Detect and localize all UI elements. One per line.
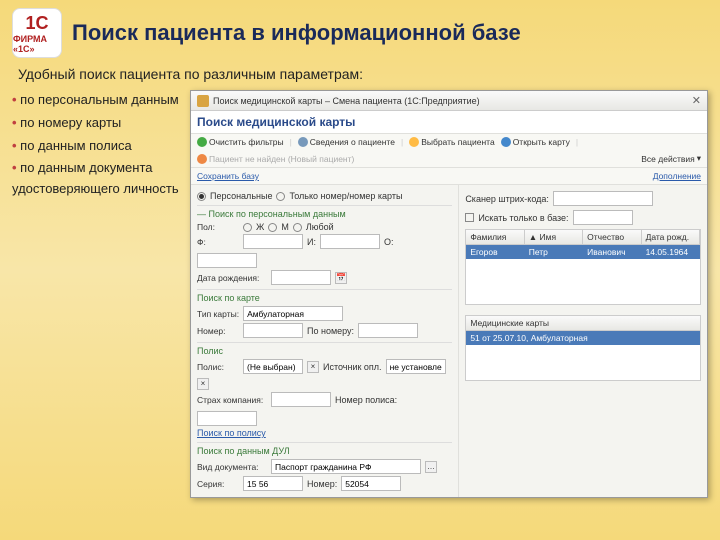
page-heading: Поиск медицинской карты xyxy=(191,111,707,134)
cards-header: Медицинские карты xyxy=(465,315,701,331)
logo-1c: 1С ФИРМА «1С» xyxy=(12,8,62,58)
more-link[interactable]: Дополнение xyxy=(653,171,701,181)
pay-source-input[interactable] xyxy=(386,359,446,374)
clear-pay-icon[interactable]: × xyxy=(197,378,209,390)
results-header: Фамилия ▲ Имя Отчество Дата рожд. xyxy=(465,229,701,245)
bullet-list: по персональным данным по номеру карты п… xyxy=(12,90,182,498)
calendar-icon[interactable]: 📅 xyxy=(335,272,347,284)
tab-card-label: Только номер/номер карты xyxy=(289,191,402,201)
policy-input[interactable] xyxy=(243,359,303,374)
middlename-label: О: xyxy=(384,237,394,247)
by-number-input[interactable] xyxy=(358,323,418,338)
insurance-label: Страх компания: xyxy=(197,395,267,405)
col-firstname[interactable]: ▲ Имя xyxy=(525,230,583,244)
insurance-input[interactable] xyxy=(271,392,331,407)
select-patient-button[interactable]: Выбрать пациента xyxy=(409,137,495,147)
toolbar: Очистить фильтры | Сведения о пациенте |… xyxy=(191,134,707,168)
doc-kind-label: Вид документа: xyxy=(197,462,267,472)
bullet-item: по персональным данным xyxy=(12,90,182,111)
tab-personal-radio[interactable] xyxy=(197,192,206,201)
save-db-link[interactable]: Сохранить базу xyxy=(197,171,259,181)
refresh-button[interactable]: Сведения о пациенте xyxy=(298,137,395,147)
card-type-input[interactable] xyxy=(243,306,343,321)
doc-series-input[interactable] xyxy=(243,476,303,491)
not-found-button[interactable]: Пациент не найден (Новый пациент) xyxy=(197,154,354,164)
bullet-item: по данным полиса xyxy=(12,136,182,157)
doc-num-input[interactable] xyxy=(341,476,401,491)
policy-label: Полис: xyxy=(197,362,239,372)
only-db-input[interactable] xyxy=(573,210,633,225)
bullet-item: по номеру карты xyxy=(12,113,182,134)
clear-icon xyxy=(197,137,207,147)
dob-input[interactable] xyxy=(271,270,331,285)
clear-policy-icon[interactable]: × xyxy=(307,361,319,373)
pay-source-label: Источник опл. xyxy=(323,362,382,372)
doc-series-label: Серия: xyxy=(197,479,239,489)
card-icon xyxy=(501,137,511,147)
open-card-button[interactable]: Открыть карту xyxy=(501,137,570,147)
scan-label: Сканер штрих-кода: xyxy=(465,194,549,204)
all-actions-button[interactable]: Все действия ▾ xyxy=(641,153,701,164)
only-db-checkbox[interactable] xyxy=(465,213,474,222)
app-icon xyxy=(197,95,209,107)
doc-num-label: Номер: xyxy=(307,479,337,489)
card-num-label: Номер: xyxy=(197,326,239,336)
section-personal: — Поиск по персональным данным xyxy=(197,205,452,219)
section-dul-title: Поиск по данным ДУЛ xyxy=(197,442,452,456)
lastname-label: Ф: xyxy=(197,237,239,247)
slide-subtitle: Удобный поиск пациента по различным пара… xyxy=(18,66,708,82)
card-num-input[interactable] xyxy=(243,323,303,338)
only-db-label: Искать только в базе: xyxy=(478,213,568,223)
app-window: Поиск медицинской карты – Смена пациента… xyxy=(190,90,708,498)
new-patient-icon xyxy=(197,154,207,164)
bullet-item: по данным документа удостоверяющего личн… xyxy=(12,158,182,200)
results-row[interactable]: Егоров Петр Иванович 14.05.1964 xyxy=(466,245,700,259)
doc-kind-input[interactable] xyxy=(271,459,421,474)
tab-card-radio[interactable] xyxy=(276,192,285,201)
col-dob[interactable]: Дата рожд. xyxy=(642,230,700,244)
sex-f-radio[interactable] xyxy=(243,223,252,232)
cards-list[interactable]: 51 от 25.07.10, Амбулаторная xyxy=(465,331,701,381)
policy-num-label: Номер полиса: xyxy=(335,395,397,405)
tab-personal-label: Персональные xyxy=(210,191,272,201)
card-type-label: Тип карты: xyxy=(197,309,239,319)
by-number-label: По номеру: xyxy=(307,326,354,336)
close-icon[interactable]: ✕ xyxy=(692,94,701,107)
slide-title: Поиск пациента в информационной базе xyxy=(72,20,521,46)
scan-input[interactable] xyxy=(553,191,653,206)
firstname-label: И: xyxy=(307,237,316,247)
card-row[interactable]: 51 от 25.07.10, Амбулаторная xyxy=(466,331,700,345)
dob-label: Дата рождения: xyxy=(197,273,267,283)
clear-filters-button[interactable]: Очистить фильтры xyxy=(197,137,284,147)
section-card-title: Поиск по карте xyxy=(197,289,452,303)
col-lastname[interactable]: Фамилия xyxy=(466,230,524,244)
sex-label: Пол: xyxy=(197,222,239,232)
patient-icon xyxy=(409,137,419,147)
section-policy-title: Полис xyxy=(197,342,452,356)
titlebar: Поиск медицинской карты – Смена пациента… xyxy=(191,91,707,111)
lastname-input[interactable] xyxy=(243,234,303,249)
col-middlename[interactable]: Отчество xyxy=(583,230,641,244)
firstname-input[interactable] xyxy=(320,234,380,249)
middlename-input[interactable] xyxy=(197,253,257,268)
sex-any-radio[interactable] xyxy=(293,223,302,232)
results-table[interactable]: Егоров Петр Иванович 14.05.1964 xyxy=(465,245,701,305)
window-title: Поиск медицинской карты – Смена пациента… xyxy=(213,96,480,106)
policy-num-input[interactable] xyxy=(197,411,257,426)
refresh-icon xyxy=(298,137,308,147)
sex-m-radio[interactable] xyxy=(268,223,277,232)
doc-kind-lookup-icon[interactable]: … xyxy=(425,461,437,473)
search-by-policy-link[interactable]: Поиск по полису xyxy=(197,428,266,438)
